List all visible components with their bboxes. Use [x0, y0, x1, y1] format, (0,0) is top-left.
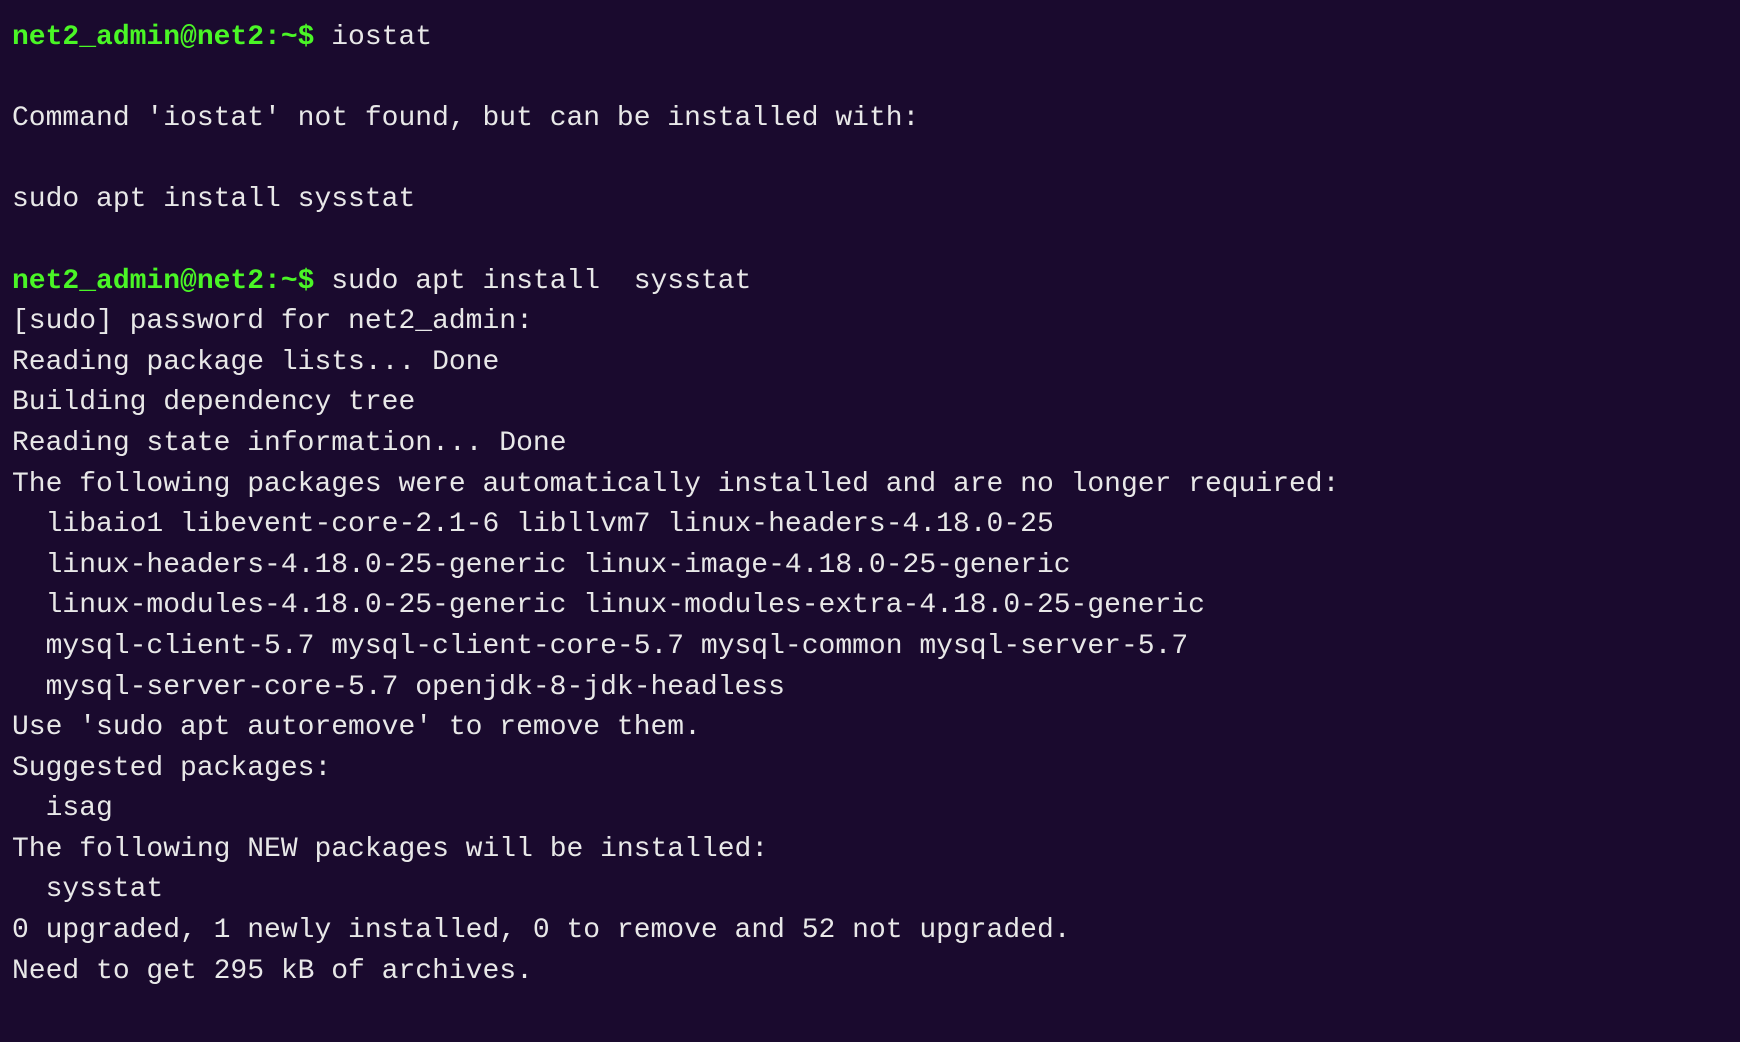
empty-line — [12, 140, 1728, 181]
prompt-text: net2_admin@net2:~$ — [12, 266, 314, 297]
command-text: sudo apt install sysstat — [314, 266, 751, 297]
terminal-indented-line: sysstat — [12, 870, 1728, 911]
terminal-output-line: The following NEW packages will be insta… — [12, 830, 1728, 871]
terminal-output-line: Reading package lists... Done — [12, 343, 1728, 384]
command-text: iostat — [314, 22, 432, 53]
prompt-text: net2_admin@net2:~$ — [12, 22, 314, 53]
empty-line — [12, 59, 1728, 100]
terminal-output-line: sudo apt install sysstat — [12, 180, 1728, 221]
terminal-indented-line: isag — [12, 789, 1728, 830]
terminal-output-line: Reading state information... Done — [12, 424, 1728, 465]
terminal-output-line: Need to get 295 kB of archives. — [12, 952, 1728, 993]
terminal-indented-line: mysql-server-core-5.7 openjdk-8-jdk-head… — [12, 668, 1728, 709]
terminal-indented-line: linux-headers-4.18.0-25-generic linux-im… — [12, 546, 1728, 587]
terminal-output-line: Building dependency tree — [12, 383, 1728, 424]
terminal-output-line: Suggested packages: — [12, 749, 1728, 790]
terminal-output-line: 0 upgraded, 1 newly installed, 0 to remo… — [12, 911, 1728, 952]
terminal-indented-line: libaio1 libevent-core-2.1-6 libllvm7 lin… — [12, 505, 1728, 546]
terminal-output-line: [sudo] password for net2_admin: — [12, 302, 1728, 343]
terminal-indented-line: mysql-client-5.7 mysql-client-core-5.7 m… — [12, 627, 1728, 668]
terminal-output-line: Use 'sudo apt autoremove' to remove them… — [12, 708, 1728, 749]
terminal-output-line: Command 'iostat' not found, but can be i… — [12, 99, 1728, 140]
empty-line — [12, 221, 1728, 262]
terminal-output-line: The following packages were automaticall… — [12, 465, 1728, 506]
terminal-indented-line: linux-modules-4.18.0-25-generic linux-mo… — [12, 586, 1728, 627]
terminal-prompt-line: net2_admin@net2:~$ sudo apt install syss… — [12, 262, 1728, 303]
terminal-prompt-line: net2_admin@net2:~$ iostat — [12, 18, 1728, 59]
terminal-window: net2_admin@net2:~$ iostat Command 'iostat… — [0, 10, 1740, 1032]
